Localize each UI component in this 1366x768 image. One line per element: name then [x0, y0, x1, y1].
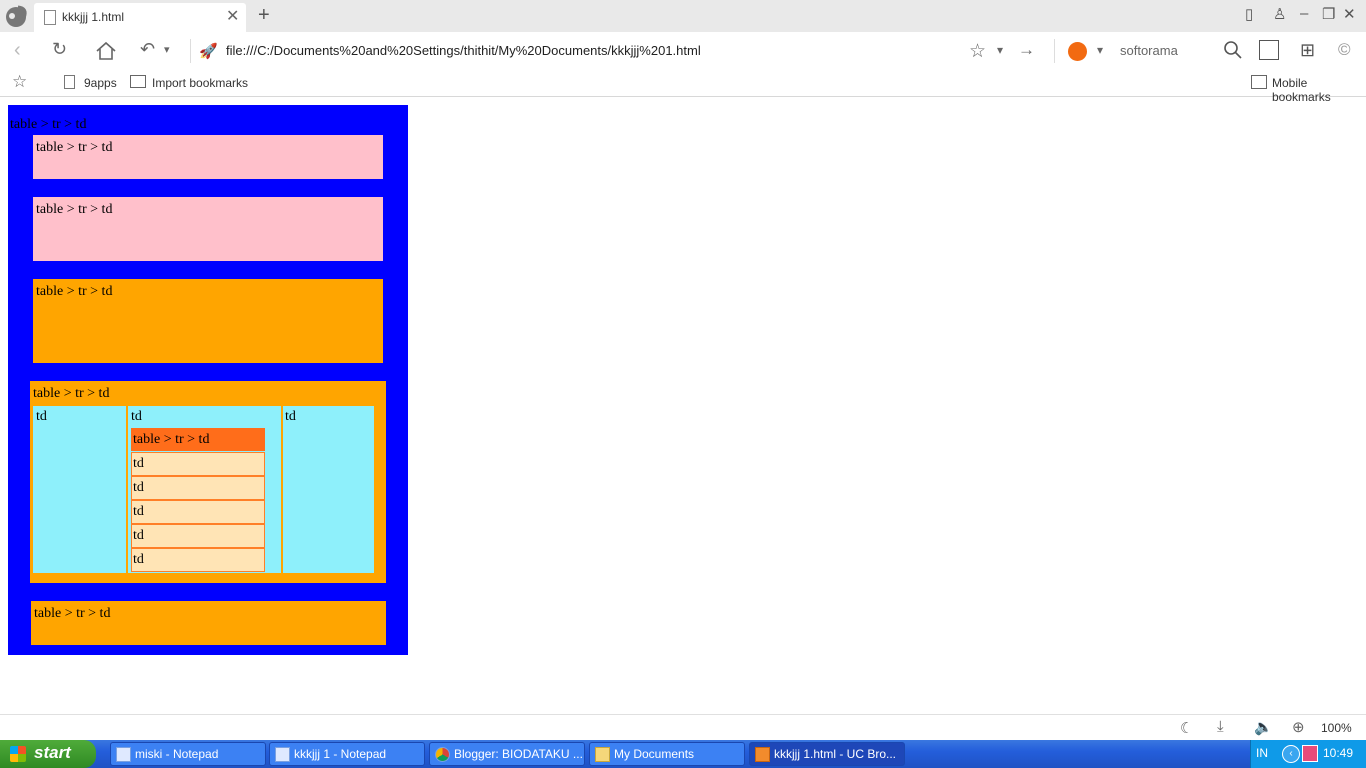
- close-window-icon[interactable]: ✕: [1343, 5, 1356, 23]
- inner-row: [131, 476, 265, 500]
- volume-icon[interactable]: 🔈: [1254, 718, 1273, 736]
- bookmarks-star-icon[interactable]: ☆: [12, 72, 27, 92]
- start-button[interactable]: start: [0, 740, 96, 768]
- tab-title: kkkjjj 1.html: [62, 10, 125, 24]
- inner-row-label: td: [133, 528, 144, 543]
- taskbar-item[interactable]: kkkjjj 1 - Notepad: [269, 742, 425, 766]
- inner-row-label: td: [133, 552, 144, 567]
- zoom-icon[interactable]: ⊕: [1292, 718, 1305, 736]
- start-label: start: [34, 743, 71, 762]
- chrome-icon: [435, 747, 450, 762]
- inner-row-label: td: [133, 456, 144, 471]
- mobile-bookmarks-icon: [1251, 75, 1267, 89]
- tray-arrow-icon[interactable]: ‹: [1282, 745, 1300, 763]
- screenshot-icon[interactable]: [1259, 40, 1279, 60]
- page-icon: [44, 10, 56, 25]
- divider: [190, 39, 191, 63]
- bookmark-9apps[interactable]: 9apps: [84, 76, 117, 90]
- back-icon[interactable]: ‹: [14, 39, 21, 62]
- left-cell: [33, 406, 126, 573]
- restore-icon[interactable]: ❐: [1322, 5, 1335, 23]
- home-icon[interactable]: [95, 41, 117, 64]
- address-input[interactable]: file:///C:/Documents%20and%20Settings/th…: [226, 43, 701, 58]
- taskbar-item-label: Blogger: BIODATAKU ...: [454, 747, 583, 761]
- pink-cell-1-label: table > tr > td: [36, 140, 113, 155]
- outer-cell-label: table > tr > td: [10, 117, 87, 132]
- taskbar-item-label: kkkjjj 1.html - UC Bro...: [774, 747, 897, 761]
- apps-grid-icon[interactable]: ⊞: [1300, 40, 1315, 61]
- minimize-icon[interactable]: –: [1300, 5, 1308, 22]
- folder-icon: [595, 747, 610, 762]
- uc-browser-icon: [755, 747, 770, 762]
- taskbar-item[interactable]: Blogger: BIODATAKU ...: [429, 742, 585, 766]
- go-arrow-icon[interactable]: →: [1018, 40, 1035, 60]
- search-engine-dropdown-icon[interactable]: ▾: [1097, 43, 1103, 57]
- skin-icon[interactable]: ♙: [1273, 5, 1286, 23]
- inner-row-label: td: [133, 504, 144, 519]
- search-engine-icon[interactable]: [1068, 42, 1087, 61]
- inner-row: [131, 452, 265, 476]
- browser-logo-icon[interactable]: [2, 2, 30, 30]
- sync-icon[interactable]: ©: [1338, 40, 1351, 60]
- status-bar: [0, 714, 1366, 741]
- notepad-icon: [275, 747, 290, 762]
- download-icon[interactable]: ⤓: [1217, 718, 1224, 735]
- bookmark-import[interactable]: Import bookmarks: [152, 76, 248, 90]
- taskbar-item-label: My Documents: [614, 747, 695, 761]
- middle-cell-label: td: [131, 409, 142, 424]
- sidebar-toggle-icon[interactable]: ▯: [1245, 5, 1253, 23]
- right-cell-label: td: [285, 409, 296, 424]
- windows-logo-icon: [10, 746, 26, 762]
- taskbar-item-label: kkkjjj 1 - Notepad: [294, 747, 387, 761]
- site-icon: 🚀: [199, 43, 218, 60]
- new-tab-icon[interactable]: +: [258, 4, 270, 27]
- inner-row-label: td: [133, 480, 144, 495]
- mobile-bookmarks[interactable]: Mobile bookmarks: [1272, 76, 1366, 104]
- left-cell-label: td: [36, 409, 47, 424]
- undo-dropdown-icon[interactable]: ▾: [164, 43, 170, 56]
- inner-row: [131, 524, 265, 548]
- taskbar-item-label: miski - Notepad: [135, 747, 219, 761]
- bottom-cell-label: table > tr > td: [34, 606, 111, 621]
- taskbar-item[interactable]: kkkjjj 1.html - UC Bro...: [749, 742, 905, 766]
- clock[interactable]: 10:49: [1323, 746, 1353, 760]
- bookmark-page-icon: [64, 75, 75, 89]
- undo-icon[interactable]: ↶: [140, 39, 155, 60]
- search-icon[interactable]: [1223, 40, 1243, 63]
- tray-app-icon[interactable]: [1302, 745, 1318, 762]
- pink-cell-2-label: table > tr > td: [36, 202, 113, 217]
- zoom-level[interactable]: 100%: [1321, 721, 1352, 735]
- notepad-icon: [116, 747, 131, 762]
- search-input[interactable]: softorama: [1120, 43, 1178, 58]
- orange-cell-1-label: table > tr > td: [36, 284, 113, 299]
- nested-section-label: table > tr > td: [33, 386, 110, 401]
- taskbar-item[interactable]: My Documents: [589, 742, 745, 766]
- inner-header-label: table > tr > td: [133, 432, 210, 447]
- close-tab-icon[interactable]: ✕: [226, 6, 239, 26]
- browser-tab[interactable]: kkkjjj 1.html ✕: [34, 3, 246, 32]
- reload-icon[interactable]: ↻: [52, 39, 67, 60]
- inner-row: [131, 548, 265, 572]
- bookmark-star-icon[interactable]: ☆: [969, 40, 986, 63]
- divider: [1054, 39, 1055, 63]
- inner-row: [131, 500, 265, 524]
- taskbar-item[interactable]: miski - Notepad: [110, 742, 266, 766]
- right-cell: [283, 406, 374, 573]
- dropdown-icon[interactable]: ▾: [997, 43, 1003, 57]
- language-indicator[interactable]: IN: [1256, 746, 1268, 760]
- night-mode-icon[interactable]: ☾: [1180, 719, 1193, 737]
- import-icon: [130, 75, 146, 88]
